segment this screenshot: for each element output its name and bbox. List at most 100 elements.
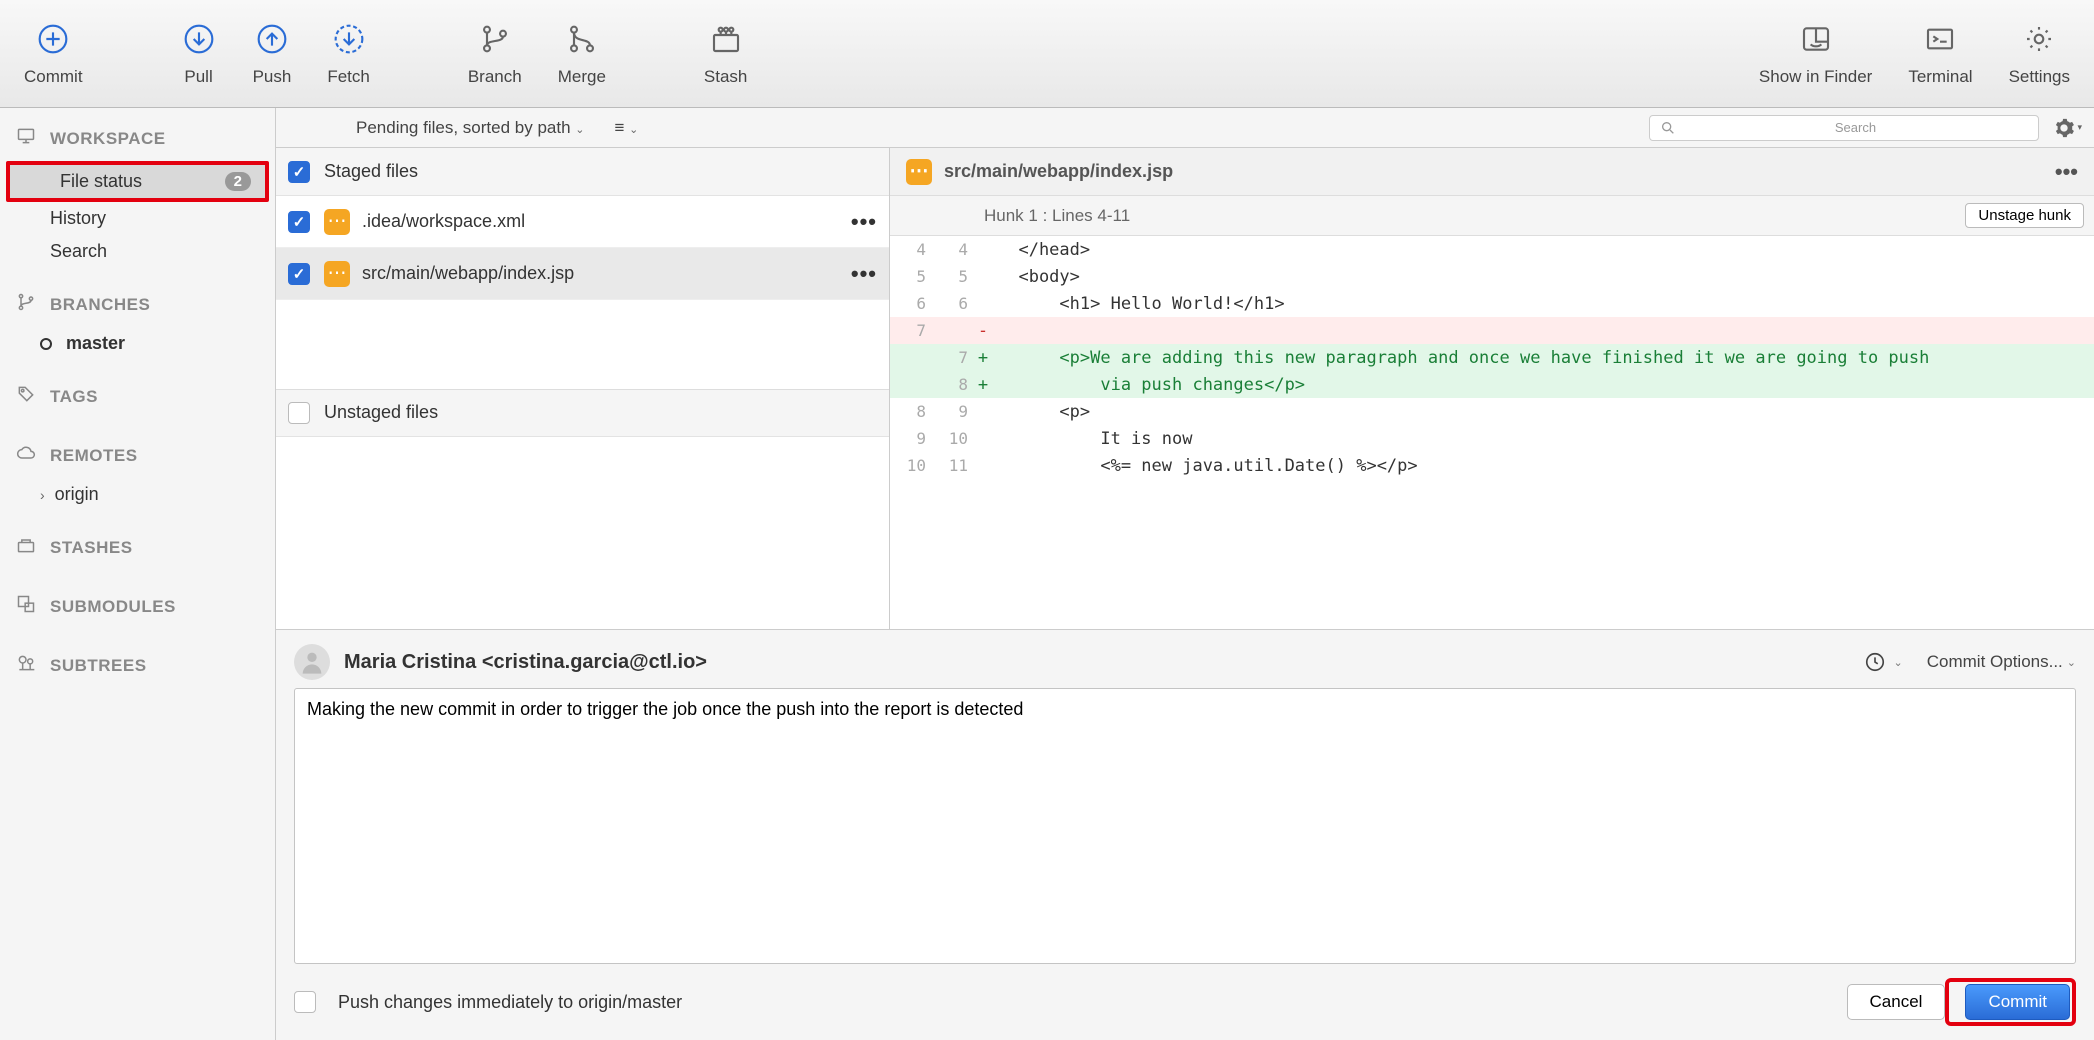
- branch-label: Branch: [468, 67, 522, 87]
- terminal-button[interactable]: Terminal: [1894, 15, 1986, 93]
- pull-button[interactable]: Pull: [167, 15, 231, 93]
- diff-line[interactable]: 55 <body>: [890, 263, 2094, 290]
- chevron-down-icon: ⌄: [1894, 656, 1903, 669]
- diff-line[interactable]: 44 </head>: [890, 236, 2094, 263]
- sidebar-item-label: History: [50, 208, 106, 229]
- sidebar-item-origin[interactable]: › origin: [0, 478, 275, 511]
- subtrees-header[interactable]: SUBTREES: [0, 643, 275, 688]
- submodule-icon: [14, 594, 40, 619]
- file-path: .idea/workspace.xml: [362, 211, 525, 232]
- commit-history-dropdown[interactable]: ⌄: [1864, 651, 1903, 673]
- push-label: Push: [253, 67, 292, 87]
- diff-pane: ⋯ src/main/webapp/index.jsp ••• Hunk 1 :…: [890, 148, 2094, 629]
- stash-icon: [708, 21, 744, 57]
- fetch-button[interactable]: Fetch: [313, 15, 384, 93]
- sidebar-item-master[interactable]: master: [0, 327, 275, 360]
- stash-label: Stash: [704, 67, 747, 87]
- stash-icon: [14, 535, 40, 560]
- cloud-icon: [14, 443, 40, 468]
- chevron-down-icon: ⌄: [575, 124, 584, 136]
- sidebar-item-file-status[interactable]: File status 2: [10, 165, 265, 198]
- chevron-down-icon: ⌄: [629, 124, 638, 136]
- unstage-hunk-button[interactable]: Unstage hunk: [1965, 203, 2084, 228]
- monitor-icon: [14, 126, 40, 151]
- branches-header[interactable]: BRANCHES: [0, 282, 275, 327]
- submodules-header[interactable]: SUBMODULES: [0, 584, 275, 629]
- subtree-icon: [14, 653, 40, 678]
- settings-button[interactable]: Settings: [1995, 15, 2084, 93]
- show-in-finder-button[interactable]: Show in Finder: [1745, 15, 1886, 93]
- merge-button[interactable]: Merge: [544, 15, 620, 93]
- diff-file-path: src/main/webapp/index.jsp: [944, 161, 1173, 182]
- file-actions-menu[interactable]: •••: [851, 261, 877, 287]
- staged-files-header: Staged files: [276, 148, 889, 196]
- gear-icon: [2021, 21, 2057, 57]
- diff-actions-menu[interactable]: •••: [2055, 159, 2078, 185]
- file-row[interactable]: ⋯ src/main/webapp/index.jsp •••: [276, 248, 889, 300]
- tags-header[interactable]: TAGS: [0, 374, 275, 419]
- chevron-down-icon: ⌄: [2067, 656, 2076, 669]
- settings-label: Settings: [2009, 67, 2070, 87]
- tag-icon: [14, 384, 40, 409]
- file-row[interactable]: ⋯ .idea/workspace.xml •••: [276, 196, 889, 248]
- finder-label: Show in Finder: [1759, 67, 1872, 87]
- pending-files-dropdown[interactable]: Pending files, sorted by path ⌄: [356, 118, 584, 138]
- commit-author: Maria Cristina <cristina.garcia@ctl.io>: [344, 651, 707, 674]
- gear-icon: [2053, 117, 2075, 139]
- commit-button[interactable]: Commit: [10, 15, 97, 93]
- list-icon: ≡: [614, 118, 624, 137]
- commit-area: Maria Cristina <cristina.garcia@ctl.io> …: [276, 629, 2094, 1040]
- search-input[interactable]: Search: [1649, 115, 2039, 141]
- terminal-icon: [1922, 21, 1958, 57]
- modified-icon: ⋯: [906, 159, 932, 185]
- commit-message-input[interactable]: [294, 688, 2076, 964]
- workspace-header[interactable]: WORKSPACE: [0, 116, 275, 161]
- sidebar-item-history[interactable]: History: [0, 202, 275, 235]
- branch-icon: [14, 292, 40, 317]
- diff-line[interactable]: 7+ <p>We are adding this new paragraph a…: [890, 344, 2094, 371]
- cancel-button[interactable]: Cancel: [1847, 984, 1946, 1020]
- merge-icon: [564, 21, 600, 57]
- stashes-header[interactable]: STASHES: [0, 525, 275, 570]
- push-button[interactable]: Push: [239, 15, 306, 93]
- file-list: Staged files ⋯ .idea/workspace.xml ••• ⋯…: [276, 148, 890, 629]
- sidebar-item-search[interactable]: Search: [0, 235, 275, 268]
- file-actions-menu[interactable]: •••: [851, 209, 877, 235]
- diff-line[interactable]: 89 <p>: [890, 398, 2094, 425]
- file-path: src/main/webapp/index.jsp: [362, 263, 574, 284]
- diff-line[interactable]: 7-: [890, 317, 2094, 344]
- diff-line[interactable]: 8+ via push changes</p>: [890, 371, 2094, 398]
- unstaged-all-checkbox[interactable]: [288, 402, 310, 424]
- chevron-right-icon: ›: [40, 487, 45, 503]
- commit-submit-button[interactable]: Commit: [1965, 984, 2070, 1020]
- clock-icon: [1864, 651, 1886, 673]
- arrow-up-circle-icon: [254, 21, 290, 57]
- modified-icon: ⋯: [324, 261, 350, 287]
- file-checkbox[interactable]: [288, 211, 310, 233]
- filter-bar: Pending files, sorted by path ⌄ ≡ ⌄ Sear…: [276, 108, 2094, 148]
- diff-line[interactable]: 66 <h1> Hello World!</h1>: [890, 290, 2094, 317]
- staged-all-checkbox[interactable]: [288, 161, 310, 183]
- remotes-header[interactable]: REMOTES: [0, 433, 275, 478]
- avatar: [294, 644, 330, 680]
- file-checkbox[interactable]: [288, 263, 310, 285]
- diff-line[interactable]: 1011 <%= new java.util.Date() %></p>: [890, 452, 2094, 479]
- unstaged-files-header: Unstaged files: [276, 389, 889, 437]
- stash-button[interactable]: Stash: [690, 15, 761, 93]
- commit-options-dropdown[interactable]: Commit Options... ⌄: [1927, 652, 2076, 672]
- view-mode-dropdown[interactable]: ≡ ⌄: [614, 118, 638, 138]
- diff-body[interactable]: 44 </head>55 <body>66 <h1> Hello World!<…: [890, 236, 2094, 629]
- pull-label: Pull: [184, 67, 212, 87]
- fetch-icon: [331, 21, 367, 57]
- push-immediately-label: Push changes immediately to origin/maste…: [338, 992, 682, 1013]
- sidebar-item-label: File status: [60, 171, 142, 192]
- hunk-header: Hunk 1 : Lines 4-11 Unstage hunk: [890, 196, 2094, 236]
- chevron-down-icon: ▾: [2077, 122, 2082, 133]
- push-immediately-checkbox[interactable]: [294, 991, 316, 1013]
- file-status-badge: 2: [225, 172, 251, 191]
- merge-label: Merge: [558, 67, 606, 87]
- diff-settings-menu[interactable]: ▾: [2053, 117, 2082, 139]
- current-branch-icon: [40, 338, 52, 350]
- branch-button[interactable]: Branch: [454, 15, 536, 93]
- diff-line[interactable]: 910 It is now: [890, 425, 2094, 452]
